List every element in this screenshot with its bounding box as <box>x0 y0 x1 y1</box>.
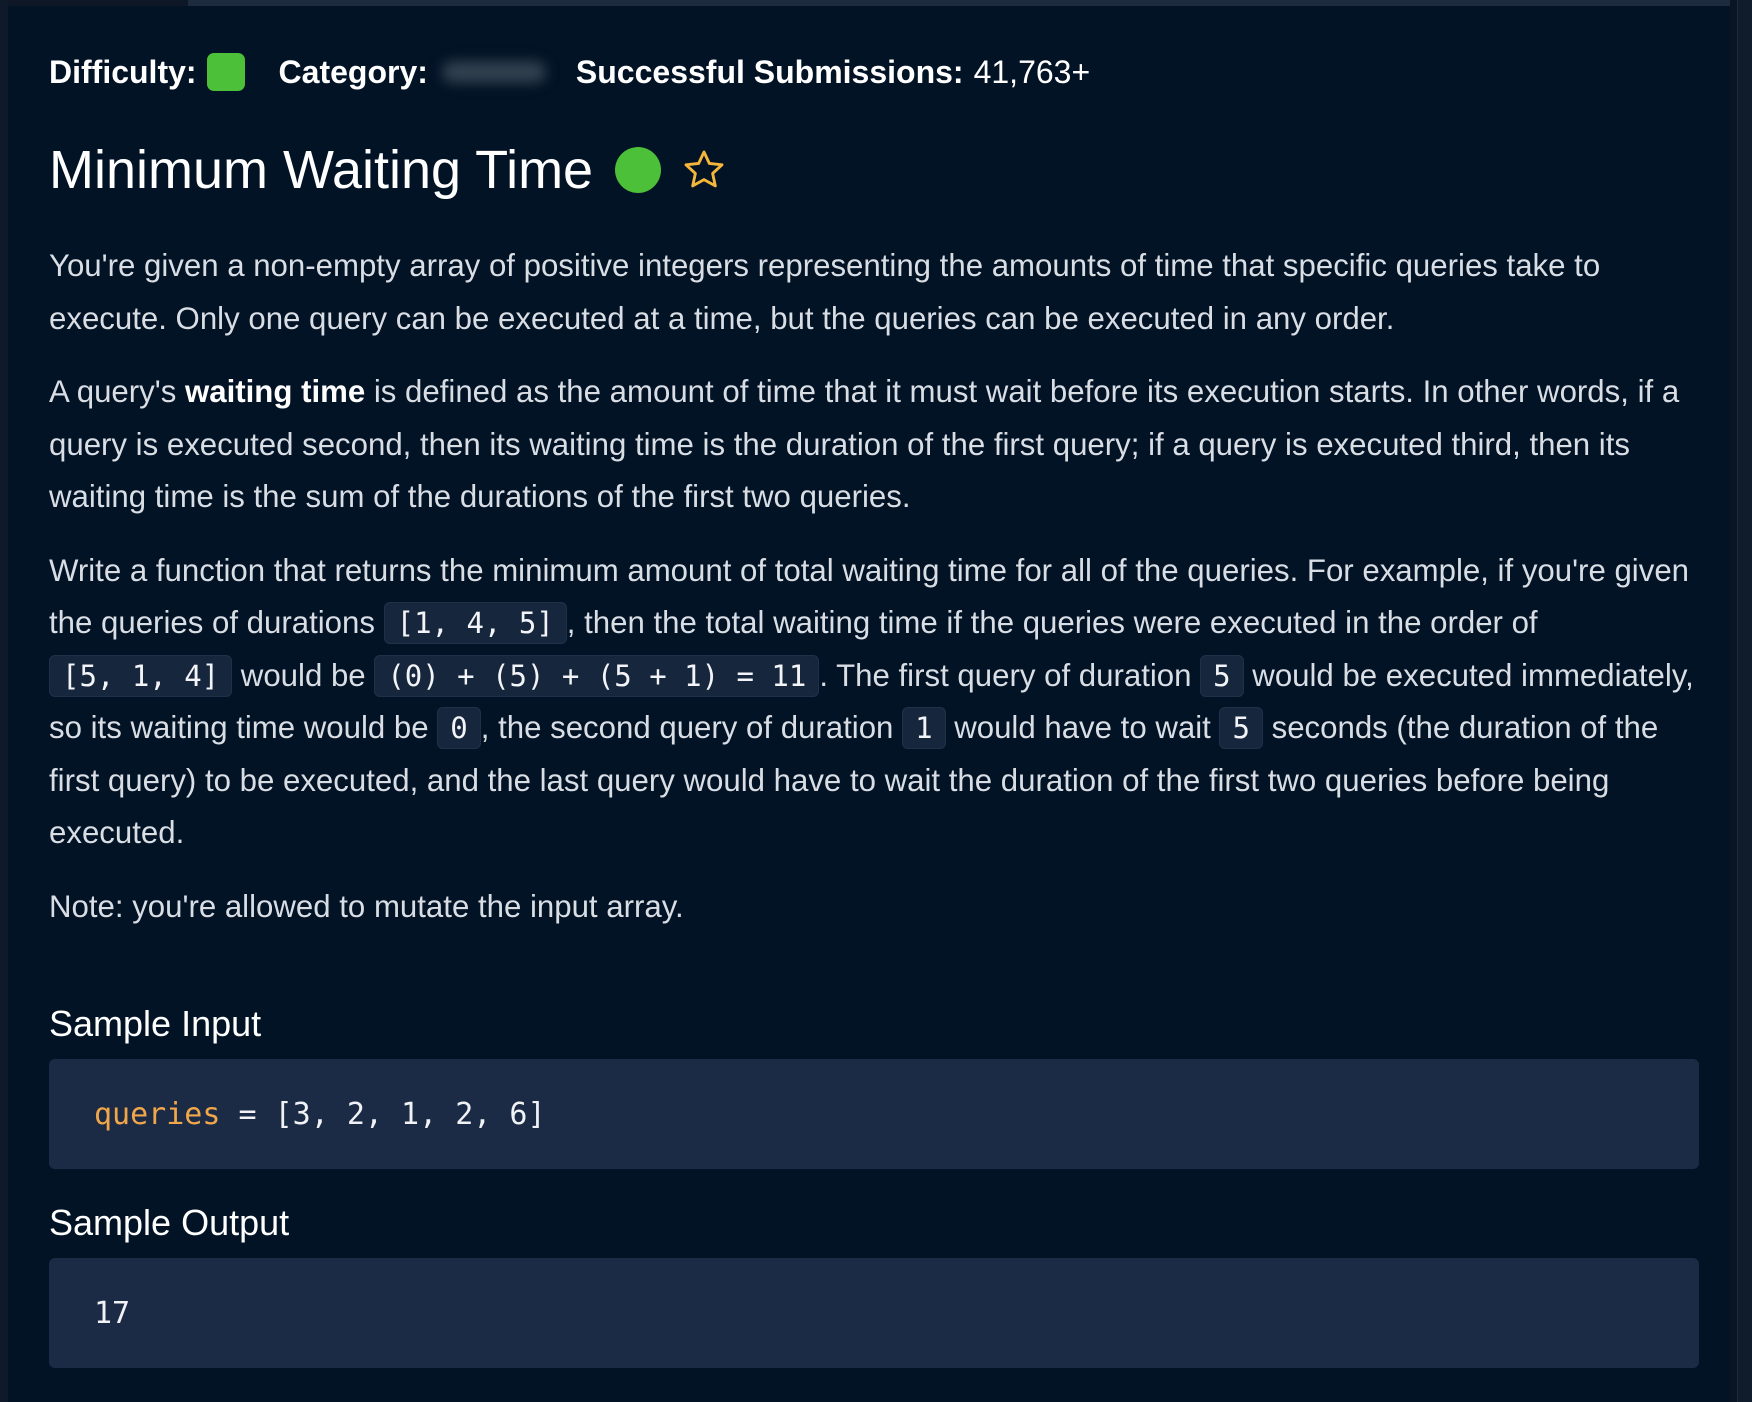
inline-code: [5, 1, 4] <box>49 654 233 697</box>
problem-meta: Difficulty: Category: Successful Submiss… <box>49 50 1090 94</box>
top-border <box>0 0 1752 6</box>
description-paragraph-3: Write a function that returns the minimu… <box>49 545 1699 860</box>
text-run: would have to wait <box>945 710 1220 745</box>
star-outline-icon[interactable] <box>681 147 727 193</box>
top-border-tab <box>0 0 188 6</box>
sample-input-heading: Sample Input <box>49 1003 262 1044</box>
category-label: Category: <box>278 53 428 90</box>
problem-panel: Difficulty: Category: Successful Submiss… <box>0 0 1752 1402</box>
submissions-label: Successful Submissions: <box>575 53 964 90</box>
category-value-blurred <box>441 61 546 83</box>
sample-output-heading: Sample Output <box>49 1202 290 1243</box>
left-border <box>0 0 8 1402</box>
sample-output-code[interactable]: 17 <box>49 1258 1699 1368</box>
difficulty-indicator <box>206 53 245 91</box>
problem-title: Minimum Waiting Time <box>49 140 594 200</box>
submissions-count: 41,763+ <box>973 53 1091 90</box>
code-variable: queries <box>94 1096 221 1132</box>
problem-description: You're given a non-empty array of positi… <box>49 240 1699 954</box>
text-run: A query's <box>49 374 185 409</box>
text-run: . The first query of duration <box>819 657 1201 693</box>
output-value: 17 <box>94 1295 131 1331</box>
inline-code: (0) + (5) + (5 + 1) = 11 <box>374 654 820 697</box>
text-run: , the second query of duration <box>480 710 903 745</box>
description-paragraph-1: You're given a non-empty array of positi… <box>49 248 1601 336</box>
completed-status-icon <box>615 147 662 193</box>
scrollbar[interactable] <box>1737 0 1752 1402</box>
inline-code: 0 <box>437 707 481 749</box>
bold-term: waiting time <box>184 374 366 409</box>
title-row: Minimum Waiting Time <box>49 138 727 202</box>
sample-input-code[interactable]: queries = [3, 2, 1, 2, 6] <box>49 1059 1699 1169</box>
inline-code: [1, 4, 5] <box>383 602 567 644</box>
inline-code: 5 <box>1219 707 1263 749</box>
difficulty-label: Difficulty: <box>49 53 197 90</box>
text-run: would be <box>232 657 375 693</box>
code-value: = [3, 2, 1, 2, 6] <box>220 1096 546 1132</box>
text-run: , then the total waiting time if the que… <box>566 605 1538 640</box>
inline-code: 5 <box>1200 654 1244 697</box>
inline-code: 1 <box>902 707 946 749</box>
description-note: Note: you're allowed to mutate the input… <box>49 888 684 924</box>
description-paragraph-2: A query's waiting time is defined as the… <box>49 366 1699 524</box>
